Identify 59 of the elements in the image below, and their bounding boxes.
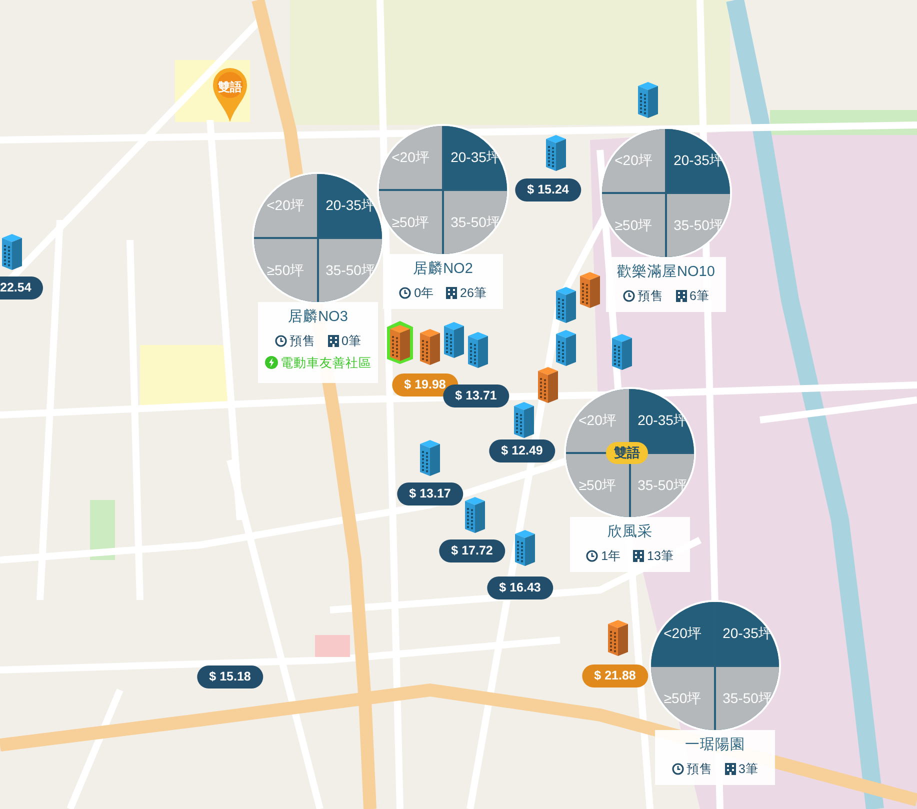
building-icon[interactable] (556, 287, 576, 323)
clock-icon (672, 763, 684, 776)
building-icon (328, 335, 339, 348)
pin-label: 雙語 (217, 79, 243, 96)
building-icon[interactable] (514, 402, 534, 438)
clock-icon (399, 287, 412, 300)
info-card[interactable]: 一琚陽園 預售 3筆 (655, 730, 775, 784)
building-icon (446, 287, 458, 300)
building-icon[interactable] (2, 234, 22, 270)
building-icon[interactable] (612, 334, 632, 370)
clock-icon (274, 335, 287, 348)
price-tag[interactable]: $ 16.43 (487, 576, 553, 600)
building-icon[interactable] (608, 620, 628, 656)
building-icon (724, 763, 736, 776)
community-name: 一琚陽園 (684, 736, 746, 755)
community-name: 欣風采 (606, 523, 654, 542)
price-tag[interactable]: $ 15.18 (197, 666, 263, 688)
listing-count: 26筆 (460, 284, 487, 302)
age-text: 預售 (638, 288, 664, 305)
building-icon[interactable] (465, 497, 485, 533)
info-card[interactable]: 居麟NO2 0年 26筆 (383, 254, 503, 308)
ev-tag: 電動車友善社區 (280, 354, 372, 372)
building-icon[interactable] (515, 530, 535, 566)
listing-count: 3筆 (738, 760, 758, 778)
age-text: 預售 (290, 332, 316, 350)
building-icon[interactable] (468, 332, 488, 368)
price-tag[interactable]: $ 13.17 (397, 482, 463, 506)
clock-icon (586, 550, 598, 562)
clock-icon (622, 290, 635, 302)
age-text: 1年 (601, 548, 622, 565)
lightning-icon (264, 356, 278, 370)
building-icon (633, 550, 644, 562)
building-icon (676, 290, 687, 302)
price-tag[interactable]: $ 15.24 (515, 178, 581, 202)
price-tag[interactable]: $ 12.49 (489, 440, 555, 462)
building-icon[interactable] (385, 319, 415, 365)
building-icon[interactable] (420, 329, 440, 365)
community-name: 居麟NO3 (287, 308, 349, 327)
building-footprint (315, 635, 350, 657)
building-icon[interactable] (546, 135, 566, 171)
building-icon[interactable] (556, 330, 576, 366)
community-name: 居麟NO2 (412, 260, 474, 279)
building-icon[interactable] (580, 272, 600, 308)
building-icon[interactable] (420, 440, 440, 476)
info-card[interactable]: 歡樂滿屋NO10 預售 6筆 (606, 257, 726, 312)
info-card[interactable]: 居麟NO3 預售 0筆 電動車友善社區 (258, 302, 378, 384)
price-tag[interactable]: 22.54 (0, 276, 44, 300)
listing-count: 6筆 (690, 288, 710, 305)
info-card[interactable]: 欣風采 1年 13筆 (570, 517, 690, 572)
community-name: 歡樂滿屋NO10 (616, 263, 716, 282)
building-icon[interactable] (444, 322, 464, 358)
bilingual-badge: 雙語 (606, 442, 648, 464)
listing-count: 0筆 (342, 332, 362, 350)
age-text: 預售 (686, 760, 713, 778)
building-icon[interactable] (638, 82, 658, 118)
building-icon[interactable] (538, 367, 558, 403)
listing-count: 13筆 (647, 548, 674, 565)
age-text: 0年 (414, 284, 434, 302)
price-tag[interactable]: $ 17.72 (439, 540, 505, 562)
